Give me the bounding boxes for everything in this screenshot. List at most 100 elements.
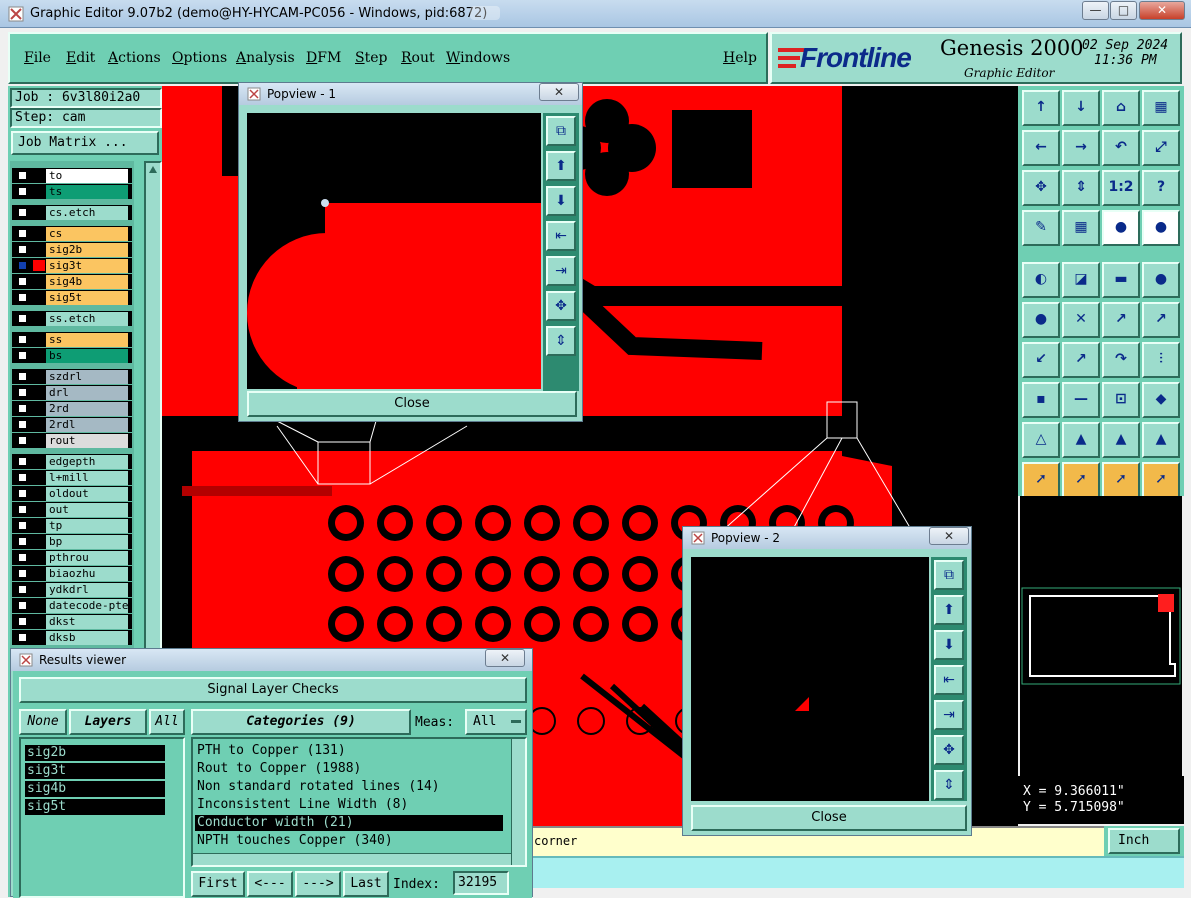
layer-name[interactable]: 2rd xyxy=(46,402,128,416)
layer-row[interactable]: cs.etch xyxy=(12,205,132,220)
menu-options[interactable]: Options xyxy=(172,50,227,66)
index-input[interactable]: 32195 xyxy=(453,871,509,895)
popview-2-canvas[interactable] xyxy=(691,557,929,801)
layer-row[interactable]: oldout xyxy=(12,486,132,501)
window-icon[interactable]: ⧉ xyxy=(546,116,576,146)
popview-2-close-button[interactable]: Close xyxy=(691,805,967,831)
layer-checkbox[interactable] xyxy=(17,552,28,563)
layer-checkbox[interactable] xyxy=(17,387,28,398)
layer-checkbox[interactable] xyxy=(17,334,28,345)
layer-checkbox[interactable] xyxy=(17,520,28,531)
zoom-in-icon[interactable]: ⬆ xyxy=(934,595,964,625)
layer-row[interactable]: sig4b xyxy=(12,274,132,289)
layer-name[interactable]: bs xyxy=(46,349,128,363)
pan-right-icon[interactable]: ⇥ xyxy=(934,700,964,730)
menu-help[interactable]: Help xyxy=(723,50,757,66)
none-button[interactable]: None xyxy=(19,709,67,735)
layer-row[interactable]: tp xyxy=(12,518,132,533)
layer-row[interactable]: dkst xyxy=(12,614,132,629)
help-tool-icon[interactable]: ? xyxy=(1142,170,1180,206)
tri-b-tool-icon[interactable]: ▲ xyxy=(1062,422,1100,458)
layer-row[interactable]: l+mill xyxy=(12,470,132,485)
close-button[interactable]: ✕ xyxy=(1139,1,1185,20)
layer-name[interactable]: sig5t xyxy=(46,291,128,305)
layer-row[interactable]: ss xyxy=(12,332,132,347)
layer-checkbox[interactable] xyxy=(17,228,28,239)
categories-scrollbar[interactable] xyxy=(511,739,525,865)
pan-right-icon[interactable]: ⇥ xyxy=(546,256,576,286)
units-selector[interactable]: Inch xyxy=(1108,828,1180,854)
layer-row[interactable]: edgepth xyxy=(12,454,132,469)
zoom-vert-tool-icon[interactable]: ⇕ xyxy=(1062,170,1100,206)
layer-checkbox[interactable] xyxy=(17,435,28,446)
layer-name[interactable]: sig2b xyxy=(46,243,128,257)
last-button[interactable]: Last xyxy=(343,871,389,897)
overview-map[interactable] xyxy=(1020,496,1182,776)
layer-name[interactable]: biaozhu xyxy=(46,567,128,581)
feature-a-tool-icon[interactable]: ◐ xyxy=(1022,262,1060,298)
layer-row[interactable]: to xyxy=(12,168,132,183)
layer-checkbox[interactable] xyxy=(17,260,28,271)
layer-checkbox[interactable] xyxy=(17,584,28,595)
grid-tool-icon[interactable]: ▦ xyxy=(1142,90,1180,126)
minimize-button[interactable]: — xyxy=(1082,1,1109,20)
pan-left-icon[interactable]: ⇤ xyxy=(546,221,576,251)
layer-checkbox[interactable] xyxy=(17,403,28,414)
select-b-tool-icon[interactable]: ➚ xyxy=(1062,462,1100,498)
layer-name[interactable]: ss.etch xyxy=(46,312,128,326)
results-layer-list[interactable]: sig2b sig3t sig4b sig5t xyxy=(19,737,185,898)
layer-checkbox[interactable] xyxy=(17,568,28,579)
first-button[interactable]: First xyxy=(191,871,245,897)
snap-b-tool-icon[interactable]: ● xyxy=(1142,210,1180,246)
layer-name[interactable]: ts xyxy=(46,185,128,199)
menu-windows[interactable]: Windows xyxy=(446,50,510,66)
next-button[interactable]: ---> xyxy=(295,871,341,897)
layer-checkbox[interactable] xyxy=(17,456,28,467)
zoom-vertical-icon[interactable]: ⇕ xyxy=(546,326,576,356)
layer-checkbox[interactable] xyxy=(17,170,28,181)
menu-dfm[interactable]: DFM xyxy=(306,50,341,66)
prev-button[interactable]: <--- xyxy=(247,871,293,897)
layer-name[interactable]: bp xyxy=(46,535,128,549)
select-c-tool-icon[interactable]: ➚ xyxy=(1102,462,1140,498)
zoom-out-icon[interactable]: ⬇ xyxy=(934,630,964,660)
layer-name[interactable]: l+mill xyxy=(46,471,128,485)
zoom-vertical-icon[interactable]: ⇕ xyxy=(934,770,964,800)
layer-name[interactable]: ydkdrl xyxy=(46,583,128,597)
layer-name[interactable]: sig4b xyxy=(46,275,128,289)
tri-d-tool-icon[interactable]: ▲ xyxy=(1142,422,1180,458)
pan-tool-icon[interactable]: ✥ xyxy=(1022,170,1060,206)
layer-name[interactable]: tp xyxy=(46,519,128,533)
pan-right-tool-icon[interactable]: → xyxy=(1062,130,1100,166)
layer-checkbox[interactable] xyxy=(17,350,28,361)
layer-row[interactable]: dksb xyxy=(12,630,132,645)
layer-checkbox[interactable] xyxy=(17,313,28,324)
job-matrix-button[interactable]: Job Matrix ... xyxy=(11,131,159,155)
maximize-button[interactable]: □ xyxy=(1110,1,1137,20)
layer-checkbox[interactable] xyxy=(17,504,28,515)
results-layer-item[interactable]: sig4b xyxy=(25,781,165,797)
horizontal-tool-icon[interactable]: — xyxy=(1062,382,1100,418)
results-layer-item[interactable]: sig3t xyxy=(25,763,165,779)
layer-checkbox[interactable] xyxy=(17,616,28,627)
all-layers-button[interactable]: All xyxy=(149,709,185,735)
layer-name[interactable]: dkst xyxy=(46,615,128,629)
layer-scrollbar[interactable] xyxy=(144,161,162,731)
menu-step[interactable]: Step xyxy=(355,50,387,66)
category-item[interactable]: Conductor width (21) xyxy=(195,815,503,831)
popview-1-close-button[interactable]: Close xyxy=(247,391,577,417)
popview-1-canvas[interactable] xyxy=(247,113,541,389)
layer-row[interactable]: sig5t xyxy=(12,290,132,305)
layer-name[interactable]: ss xyxy=(46,333,128,347)
layer-name[interactable]: datecode-pte xyxy=(46,599,128,613)
layer-name[interactable]: szdrl xyxy=(46,370,128,384)
category-item[interactable]: PTH to Copper (131) xyxy=(195,743,503,759)
layer-name[interactable]: out xyxy=(46,503,128,517)
undo-tool-icon[interactable]: ↶ xyxy=(1102,130,1140,166)
measure-tool-icon[interactable]: ▬ xyxy=(1102,262,1140,298)
shape-tool-icon[interactable]: ◆ xyxy=(1142,382,1180,418)
category-item[interactable]: Rout to Copper (1988) xyxy=(195,761,503,777)
results-layer-item[interactable]: sig5t xyxy=(25,799,165,815)
edit-tool-icon[interactable]: ✎ xyxy=(1022,210,1060,246)
menu-file[interactable]: File xyxy=(24,50,51,66)
